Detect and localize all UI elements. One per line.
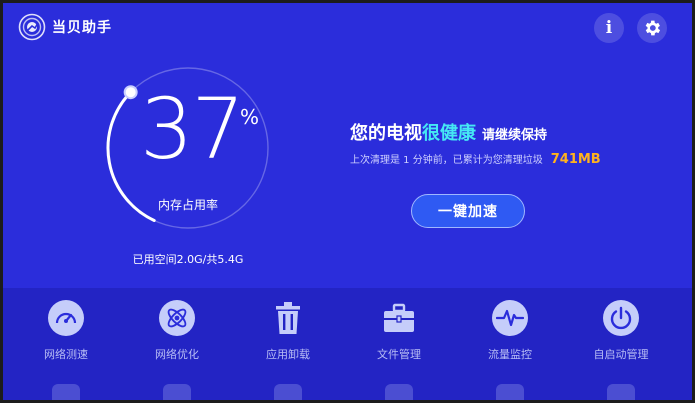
next-row-icon: [163, 384, 191, 400]
cleanup-text: 上次清理是 1 分钟前，已累计为您清理垃圾: [350, 155, 543, 166]
tool-app-uninstall[interactable]: 应用卸载: [233, 300, 343, 370]
one-click-boost-button[interactable]: 一键加速: [411, 194, 525, 228]
junk-size-value: 741MB: [550, 152, 601, 167]
tool-autostart-manager[interactable]: 自启动管理: [566, 300, 676, 370]
tool-label: 流量监控: [488, 348, 532, 361]
next-row-icon: [52, 384, 80, 400]
percent-sign: %: [240, 105, 260, 129]
info-icon: i: [605, 17, 613, 38]
speedometer-icon: [48, 300, 84, 336]
tool-label: 文件管理: [377, 348, 421, 361]
briefcase-icon: [381, 300, 417, 336]
health-word: 很健康: [422, 123, 476, 144]
tool-label: 应用卸载: [266, 348, 310, 361]
tool-label: 自启动管理: [593, 348, 649, 361]
next-row-icon: [607, 384, 635, 400]
tool-label: 网络优化: [155, 348, 199, 361]
atom-icon: [159, 300, 195, 336]
storage-space-text: 已用空间2.0G/共5.4G: [132, 253, 244, 266]
tool-traffic-monitor[interactable]: 流量监控: [455, 300, 565, 370]
memory-percent-value: 37: [140, 80, 245, 178]
app-window: 当贝助手 i 37 % 内存占用率 已用空间2.0G/共5.4G 您的电视很健康…: [3, 3, 692, 400]
gear-icon: [645, 20, 661, 36]
power-icon: [603, 300, 639, 336]
next-row-icon: [496, 384, 524, 400]
tool-file-manager[interactable]: 文件管理: [344, 300, 454, 370]
header: 当贝助手 i: [3, 3, 692, 51]
tools-panel: 网络测速 网络优化 应用卸载 文件管理 流量监控 自启动管理: [3, 288, 692, 400]
pulse-icon: [492, 300, 528, 336]
cleanup-summary: 上次清理是 1 分钟前，已累计为您清理垃圾 741MB: [350, 151, 601, 167]
health-status: 您的电视很健康 请继续保持: [350, 119, 547, 145]
tool-network-optimize[interactable]: 网络优化: [122, 300, 232, 370]
gauge-knob: [123, 85, 138, 100]
settings-button[interactable]: [637, 13, 667, 43]
app-logo-icon: [18, 13, 46, 41]
tool-label: 网络测速: [44, 348, 88, 361]
next-row-preview: [3, 384, 692, 400]
next-row-icon: [274, 384, 302, 400]
memory-usage-label: 内存占用率: [157, 198, 218, 212]
next-row-icon: [385, 384, 413, 400]
app-title: 当贝助手: [52, 20, 112, 36]
trash-icon: [270, 300, 306, 336]
info-button[interactable]: i: [594, 13, 624, 43]
tool-network-speed-test[interactable]: 网络测速: [11, 300, 121, 370]
health-suffix: 请继续保持: [482, 128, 548, 143]
health-prefix: 您的电视: [350, 123, 422, 144]
